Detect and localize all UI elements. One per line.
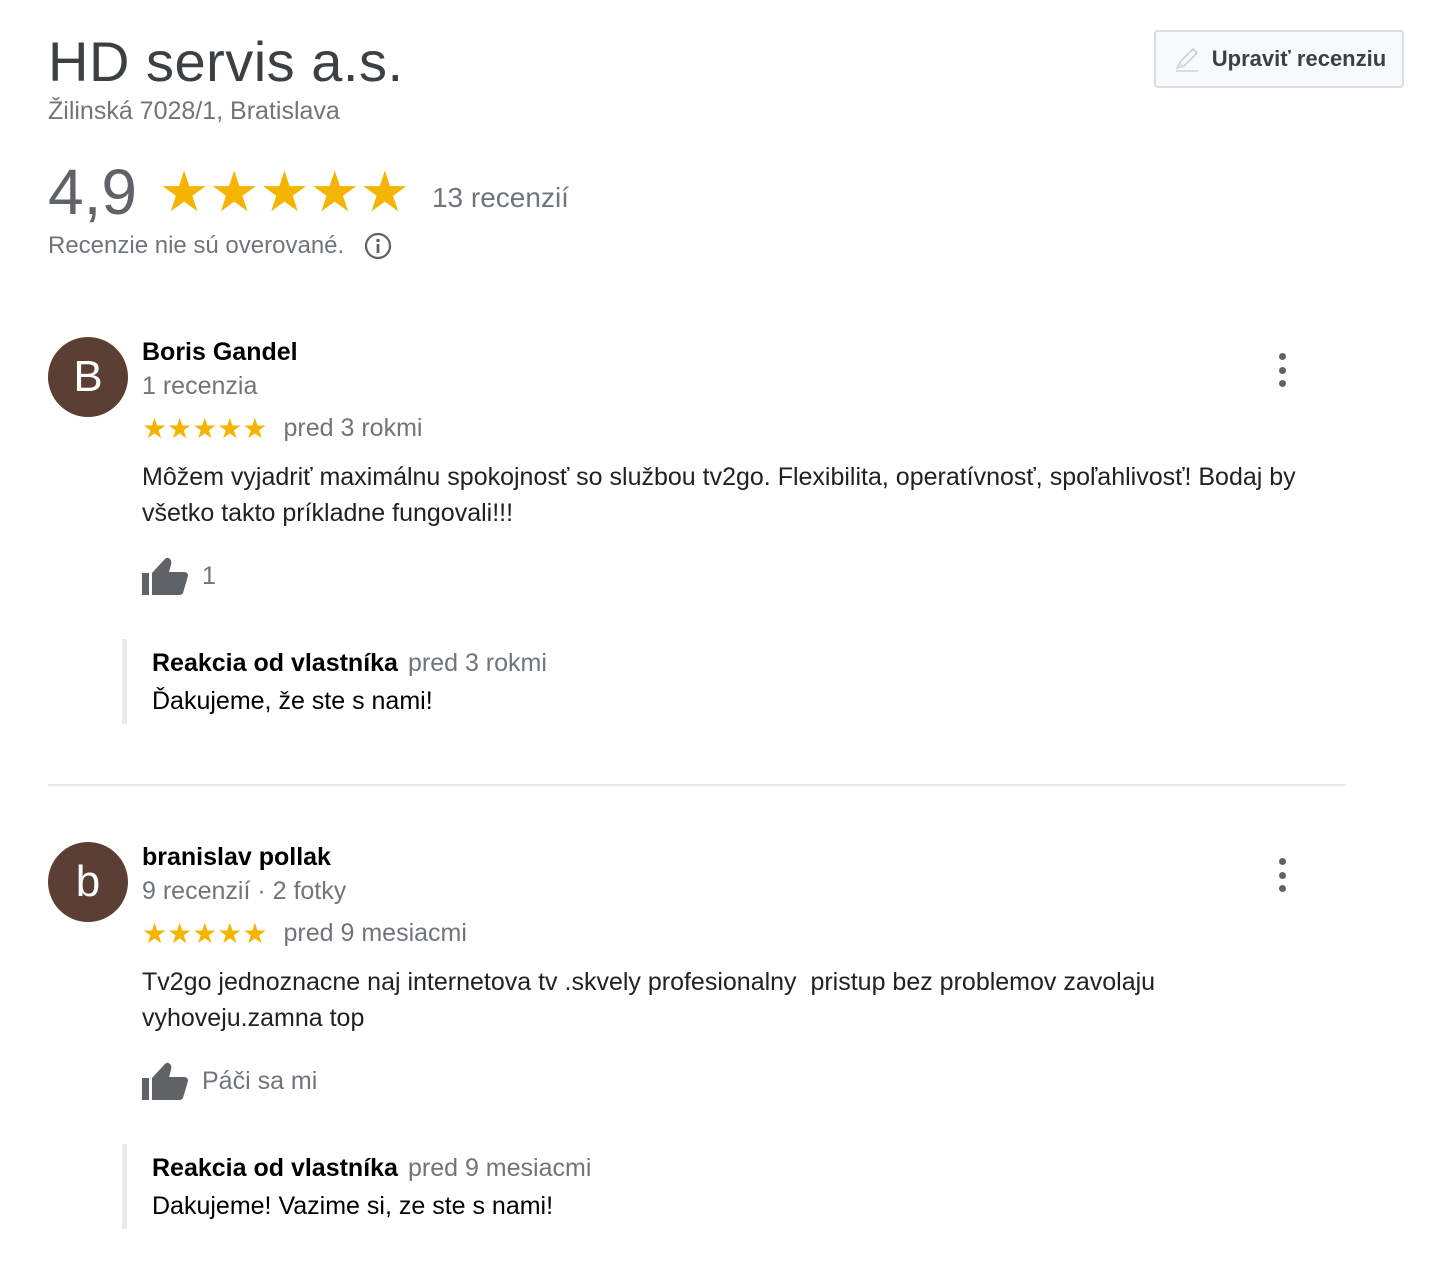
thumbs-up-icon (142, 557, 188, 595)
review-text: Tv2go jednoznacne naj internetova tv .sk… (142, 968, 1163, 1032)
business-name: HD servis a.s. (48, 30, 404, 93)
pencil-icon (1175, 47, 1198, 72)
review-stars: ★★★★★ (142, 917, 268, 949)
reply-title: Reakcia od vlastníka (152, 1154, 398, 1182)
edit-review-label: Upraviť recenziu (1211, 46, 1387, 71)
unverified-text: Recenzie nie sú overované. (48, 232, 345, 259)
reviewer-name[interactable]: branislav pollak (142, 842, 1348, 872)
rating-summary: 4,9 ★★★★★ 13 recenzií (48, 156, 569, 228)
rating-value: 4,9 (48, 156, 137, 228)
review-divider (48, 784, 1346, 786)
like-count: 1 (202, 561, 216, 590)
reply-text: Dakujeme! Vazime si, ze ste s nami! (152, 1192, 554, 1220)
reply-title: Reakcia od vlastníka (152, 649, 398, 677)
business-address: Žilinská 7028/1, Bratislava (48, 97, 340, 125)
reviewer-meta: 1 recenzia (142, 372, 258, 400)
unverified-note: Recenzie nie sú overované. (48, 232, 392, 260)
rating-stars: ★★★★★ (158, 160, 410, 223)
reply-date: pred 3 rokmi (407, 649, 547, 677)
reply-text: Ďakujeme, že ste s nami! (152, 687, 433, 715)
review-count[interactable]: 13 recenzií (432, 182, 569, 214)
reviewer-name[interactable]: Boris Gandel (142, 337, 1348, 367)
avatar[interactable]: B (48, 337, 128, 417)
owner-reply: Reakcia od vlastníka pred 3 rokmi Ďakuje… (122, 639, 1348, 724)
business-header: HD servis a.s. Žilinská 7028/1, Bratisla… (48, 30, 404, 126)
review-date: pred 9 mesiacmi (283, 919, 467, 947)
info-icon[interactable] (364, 232, 392, 260)
review-text: Môžem vyjadriť maximálnu spokojnosť so s… (142, 463, 1296, 527)
thumbs-up-icon (142, 1062, 188, 1100)
review-stars: ★★★★★ (142, 412, 268, 444)
owner-reply: Reakcia od vlastníka pred 9 mesiacmi Dak… (122, 1144, 1348, 1229)
more-vert-icon[interactable] (1274, 353, 1290, 387)
more-vert-icon[interactable] (1274, 858, 1290, 892)
reply-date: pred 9 mesiacmi (407, 1154, 592, 1182)
avatar[interactable]: b (48, 842, 128, 922)
edit-review-button[interactable]: Upraviť recenziu (1154, 30, 1404, 88)
review-date: pred 3 rokmi (283, 414, 423, 442)
reviewer-meta: 9 recenzií · 2 fotky (142, 877, 347, 905)
like-label: Páči sa mi (202, 1066, 318, 1095)
like-button[interactable]: 1 (142, 555, 1348, 597)
like-button[interactable]: Páči sa mi (142, 1060, 1348, 1102)
